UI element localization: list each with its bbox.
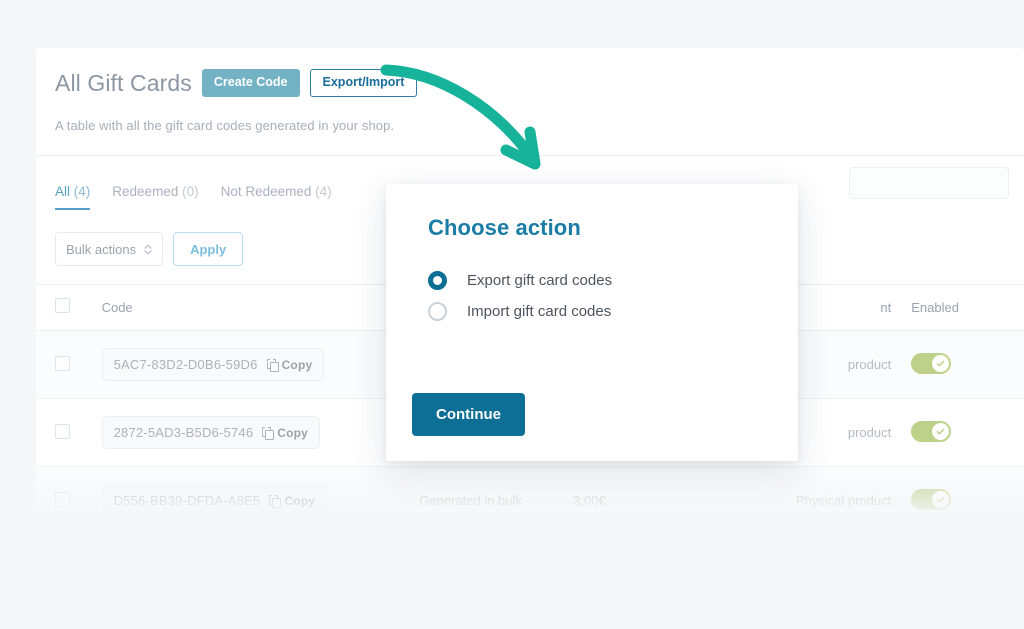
table-row: D556-BB39-DFDA-A8E5 Copy Generated in bu…: [36, 466, 1024, 518]
row-checkbox[interactable]: [55, 355, 70, 371]
enabled-toggle[interactable]: [911, 488, 952, 510]
row-enabled-cell: [911, 466, 1024, 518]
enabled-toggle[interactable]: [911, 420, 952, 442]
code-value: 5AC7-83D2-D0B6-59D6: [113, 357, 258, 372]
radio-option-import[interactable]: Import gift card codes: [428, 302, 612, 321]
toggle-knob: [932, 422, 950, 440]
code-value: 2872-5AD3-B5D6-5746: [113, 425, 254, 440]
tab-redeemed-label: Redeemed: [112, 184, 179, 199]
tab-all-count: (4): [73, 184, 91, 199]
tab-all[interactable]: All (4): [55, 184, 91, 210]
chevron-updown-icon: [144, 244, 152, 255]
copy-label: Copy: [281, 357, 313, 372]
copy-code-button[interactable]: Copy: [269, 494, 315, 508]
tab-all-label: All: [55, 184, 71, 199]
tab-redeemed-count: (0): [182, 184, 199, 199]
create-code-button[interactable]: Create Code: [201, 69, 300, 97]
toggle-knob: [932, 490, 950, 508]
radio-import-label: Import gift card codes: [467, 303, 612, 320]
bulk-actions-select[interactable]: Bulk actions: [55, 232, 164, 266]
row-select-cell: [36, 330, 102, 399]
row-checkbox[interactable]: [55, 491, 70, 507]
page-subtitle: A table with all the gift card codes gen…: [55, 118, 395, 133]
row-code-cell: 5AC7-83D2-D0B6-59D6 Copy: [101, 330, 420, 399]
column-select-all: [36, 284, 102, 331]
modal-title: Choose action: [428, 215, 581, 240]
action-radio-group: Export gift card codes Import gift card …: [428, 271, 612, 321]
export-import-button[interactable]: Export/Import: [309, 69, 418, 97]
toggle-knob: [932, 354, 950, 372]
code-value: D556-BB39-DFDA-A8E5: [113, 493, 261, 508]
continue-button[interactable]: Continue: [412, 393, 525, 436]
tab-not-redeemed[interactable]: Not Redeemed (4): [221, 184, 332, 210]
copy-label: Copy: [277, 425, 309, 440]
copy-code-button[interactable]: Copy: [262, 426, 308, 440]
row-code-cell: 2872-5AD3-B5D6-5746 Copy: [101, 398, 420, 467]
apply-button[interactable]: Apply: [173, 232, 244, 266]
radio-import-indicator[interactable]: [428, 302, 447, 321]
tab-not-redeemed-count: (4): [315, 184, 332, 199]
page-title: All Gift Cards: [55, 69, 192, 96]
radio-option-export[interactable]: Export gift card codes: [428, 271, 612, 290]
row-payment-cell: Physical product: [696, 466, 912, 518]
copy-icon: [266, 359, 279, 372]
copy-icon: [269, 495, 282, 508]
row-enabled-cell: [911, 398, 1024, 467]
header-title-row: All Gift Cards Create Code Export/Import: [55, 68, 1024, 98]
row-enabled-cell: [911, 330, 1024, 399]
radio-export-label: Export gift card codes: [467, 272, 613, 289]
code-pill: 2872-5AD3-B5D6-5746 Copy: [101, 416, 321, 449]
tab-not-redeemed-label: Not Redeemed: [220, 184, 312, 199]
app-root: All Gift Cards Create Code Export/Import…: [0, 0, 1024, 629]
search-input[interactable]: [849, 167, 1009, 199]
copy-code-button[interactable]: Copy: [266, 357, 313, 372]
column-enabled: Enabled: [911, 284, 1024, 331]
code-pill: D556-BB39-DFDA-A8E5 Copy: [101, 484, 328, 517]
row-select-cell: [36, 398, 102, 467]
card-header: All Gift Cards Create Code Export/Import…: [36, 48, 1024, 133]
row-order-cell: Generated in bulk: [419, 466, 574, 518]
code-pill: 5AC7-83D2-D0B6-59D6 Copy: [101, 348, 325, 381]
row-select-cell: [36, 466, 102, 518]
copy-label: Copy: [284, 493, 316, 508]
copy-icon: [262, 427, 275, 440]
row-code-cell: D556-BB39-DFDA-A8E5 Copy: [101, 466, 420, 518]
row-amount-cell: 3,00€: [573, 466, 696, 518]
row-checkbox[interactable]: [55, 423, 70, 439]
bulk-actions-select-label: Bulk actions: [66, 241, 137, 257]
column-code: Code: [101, 284, 420, 331]
choose-action-modal: Choose action Export gift card codes Imp…: [386, 184, 798, 461]
enabled-toggle[interactable]: [911, 352, 952, 374]
radio-export-indicator[interactable]: [428, 271, 447, 290]
select-all-checkbox[interactable]: [55, 298, 70, 313]
tab-redeemed[interactable]: Redeemed (0): [112, 184, 198, 210]
